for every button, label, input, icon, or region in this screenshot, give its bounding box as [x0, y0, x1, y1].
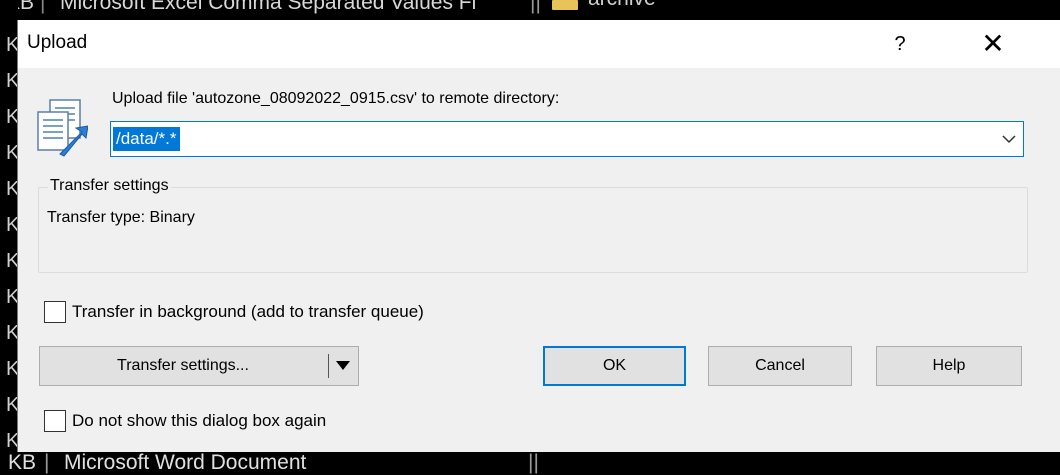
upload-document-icon	[37, 99, 88, 157]
chevron-down-icon[interactable]	[1001, 131, 1017, 147]
help-button[interactable]: Help	[876, 346, 1022, 386]
close-icon: ✕	[981, 28, 1005, 59]
file-type: Microsoft Excel Comma Separated Values F…	[60, 0, 477, 14]
transfer-type-text: Transfer type: Binary	[47, 209, 195, 226]
remote-directory-combobox[interactable]: /data/*.*	[110, 121, 1024, 157]
background-transfer-checkbox[interactable]	[44, 301, 66, 323]
transfer-settings-label: Transfer settings...	[117, 357, 249, 374]
transfer-settings-group: Transfer settings Transfer type: Binary	[38, 177, 1028, 273]
close-button[interactable]: ✕	[968, 28, 1018, 60]
ok-button[interactable]: OK	[543, 346, 686, 386]
background-transfer-label[interactable]: Transfer in background (add to transfer …	[72, 302, 424, 322]
file-type: Microsoft Word Document	[64, 451, 307, 474]
dont-show-checkbox[interactable]	[44, 410, 66, 432]
folder-name: archive	[588, 0, 656, 9]
background-file-row: KB | Microsoft Excel Comma Separated Val…	[0, 0, 1060, 20]
cancel-button[interactable]: Cancel	[708, 346, 852, 386]
triangle-down-icon[interactable]	[336, 361, 350, 370]
upload-prompt: Upload file 'autozone_08092022_0915.csv'…	[112, 90, 560, 107]
column-separator: |	[44, 451, 50, 474]
file-size-unit: KB	[8, 451, 37, 474]
remote-directory-value[interactable]: /data/*.*	[113, 127, 180, 151]
column-separator: |	[40, 0, 46, 14]
background-file-row: KB | Microsoft Word Document ||	[0, 451, 1060, 475]
screen: KB | Microsoft Excel Comma Separated Val…	[0, 0, 1060, 475]
folder-icon	[552, 0, 578, 10]
upload-dialog: Upload ? ✕ Upload file 'autozone_0809202…	[17, 20, 1060, 452]
split-divider	[328, 354, 329, 378]
dont-show-label[interactable]: Do not show this dialog box again	[72, 411, 326, 431]
column-separator: ||	[528, 451, 539, 474]
transfer-settings-split-button[interactable]: Transfer settings...	[39, 346, 359, 386]
column-separator: ||	[530, 0, 541, 14]
background-size-column: K K K K K K K K K K K K	[0, 0, 19, 475]
group-legend: Transfer settings	[48, 177, 171, 195]
title-bar[interactable]: Upload ? ✕	[18, 20, 1060, 68]
help-title-button[interactable]: ?	[876, 28, 924, 60]
dialog-title: Upload	[27, 32, 88, 53]
